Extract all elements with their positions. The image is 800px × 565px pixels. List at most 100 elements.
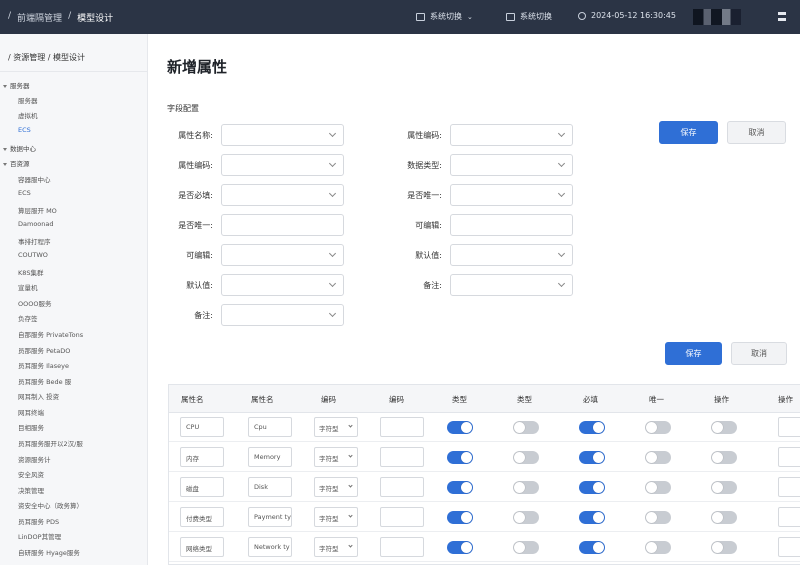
form-input[interactable] [450,214,573,236]
sidebar-item[interactable]: 资源服务计 [18,454,51,464]
toggle-switch[interactable] [447,511,473,524]
data-type-select[interactable]: 字符型 [314,537,358,557]
save-button-2[interactable]: 保存 [665,342,722,365]
sidebar-item[interactable]: 百资源 [3,158,30,168]
attribute-code-input[interactable]: Payment ty [248,507,292,527]
sidebar-item[interactable]: 员耳服务 Bede 服 [18,376,71,386]
system-switch-menu[interactable]: 系统切换 ⌄ [416,11,473,22]
sidebar-item[interactable]: 容器服中心 [18,174,51,184]
data-type-select[interactable]: 字符型 [314,447,358,467]
sidebar-item[interactable]: 网耳制入 投资 [18,391,59,401]
sidebar-item[interactable]: ECS [18,126,31,134]
form-select[interactable] [221,274,344,296]
toggle-switch[interactable] [579,451,605,464]
toggle-switch[interactable] [513,421,539,434]
toggle-switch[interactable] [447,451,473,464]
toggle-switch[interactable] [711,451,737,464]
sidebar-item[interactable]: 决策管理 [18,485,44,495]
sidebar-item[interactable]: ECS [18,189,31,197]
sidebar-item[interactable]: OOOO服务 [18,298,51,308]
toggle-switch[interactable] [645,511,671,524]
sidebar-item[interactable]: 员耳服务服开以2汉/服 [18,438,83,448]
toggle-switch[interactable] [645,481,671,494]
sidebar-item[interactable]: 网耳终端 [18,407,44,417]
sidebar-item[interactable]: 员耳服务 Ilaseye [18,360,69,370]
sidebar-item[interactable]: 员耳服务 PDS [18,516,59,526]
sidebar-item[interactable]: Damoonad [18,220,54,228]
form-select[interactable] [450,184,573,206]
toggle-switch[interactable] [579,421,605,434]
toggle-switch[interactable] [579,541,605,554]
sidebar-item[interactable]: LinDOP其管理 [18,531,61,541]
form-select[interactable] [221,124,344,146]
data-type-select[interactable]: 字符型 [314,477,358,497]
save-button[interactable]: 保存 [659,121,718,144]
sidebar-item[interactable]: 安全风资 [18,469,44,479]
system-switch-button[interactable]: 系统切换 [506,11,552,22]
sidebar-item[interactable]: 自研服务 Hyage服务 [18,547,80,557]
toggle-switch[interactable] [711,511,737,524]
sidebar-item[interactable]: 负存签 [18,313,38,323]
sidebar-item[interactable]: 资安全中心（政务算） [18,500,83,510]
breadcrumb-resource-management[interactable]: 前端隔管理 [17,11,62,24]
sidebar-item[interactable]: 算层服开 MO [18,205,57,215]
attribute-name-input[interactable]: 内存 [180,447,224,467]
attribute-name-input[interactable]: 磁盘 [180,477,224,497]
data-type-select[interactable]: 字符型 [314,417,358,437]
toggle-switch[interactable] [513,511,539,524]
user-avatar[interactable] [693,9,741,25]
toggle-switch[interactable] [513,481,539,494]
toggle-switch[interactable] [645,541,671,554]
sidebar-item[interactable]: COUTWO [18,251,48,259]
attribute-name-input[interactable]: 付费类型 [180,507,224,527]
action-input[interactable] [778,477,800,497]
sidebar-item[interactable]: 服务器 [18,95,38,105]
action-input[interactable] [778,417,800,437]
attribute-name-input[interactable]: CPU [180,417,224,437]
attribute-code-input[interactable]: Network ty [248,537,292,557]
code-input[interactable] [380,477,424,497]
form-select[interactable] [221,244,344,266]
action-input[interactable] [778,447,800,467]
sidebar-item[interactable]: 服务器 [3,80,30,90]
sidebar-item[interactable]: 事排打程序 [18,236,51,246]
toggle-switch[interactable] [711,541,737,554]
sidebar-item[interactable]: 目相服务 [18,422,44,432]
form-select[interactable] [450,244,573,266]
cancel-button[interactable]: 取消 [727,121,786,144]
action-input[interactable] [778,507,800,527]
toggle-switch[interactable] [645,451,671,464]
sidebar-item[interactable]: K8S集群 [18,267,44,277]
attribute-code-input[interactable]: Memory [248,447,292,467]
cancel-button-2[interactable]: 取消 [731,342,787,365]
menu-icon[interactable] [778,12,786,21]
form-select[interactable] [221,154,344,176]
toggle-switch[interactable] [447,541,473,554]
code-input[interactable] [380,447,424,467]
form-select[interactable] [450,274,573,296]
form-select[interactable] [450,154,573,176]
toggle-switch[interactable] [579,511,605,524]
toggle-switch[interactable] [711,481,737,494]
form-select[interactable] [221,184,344,206]
code-input[interactable] [380,507,424,527]
form-input[interactable] [221,214,344,236]
action-input[interactable] [778,537,800,557]
sidebar-item[interactable]: 数据中心 [3,143,36,153]
toggle-switch[interactable] [711,421,737,434]
data-type-select[interactable]: 字符型 [314,507,358,527]
sidebar-item[interactable]: 自那服务 PrivateTons [18,329,83,339]
toggle-switch[interactable] [513,451,539,464]
toggle-switch[interactable] [447,481,473,494]
toggle-switch[interactable] [645,421,671,434]
sidebar-item[interactable]: 员那服务 PetaDO [18,345,70,355]
code-input[interactable] [380,537,424,557]
sidebar-item[interactable]: 虚拟机 [18,110,38,120]
code-input[interactable] [380,417,424,437]
toggle-switch[interactable] [447,421,473,434]
attribute-code-input[interactable]: Disk [248,477,292,497]
attribute-name-input[interactable]: 网络类型 [180,537,224,557]
sidebar-item[interactable]: 宣量机 [18,282,38,292]
form-select[interactable] [450,124,573,146]
toggle-switch[interactable] [513,541,539,554]
